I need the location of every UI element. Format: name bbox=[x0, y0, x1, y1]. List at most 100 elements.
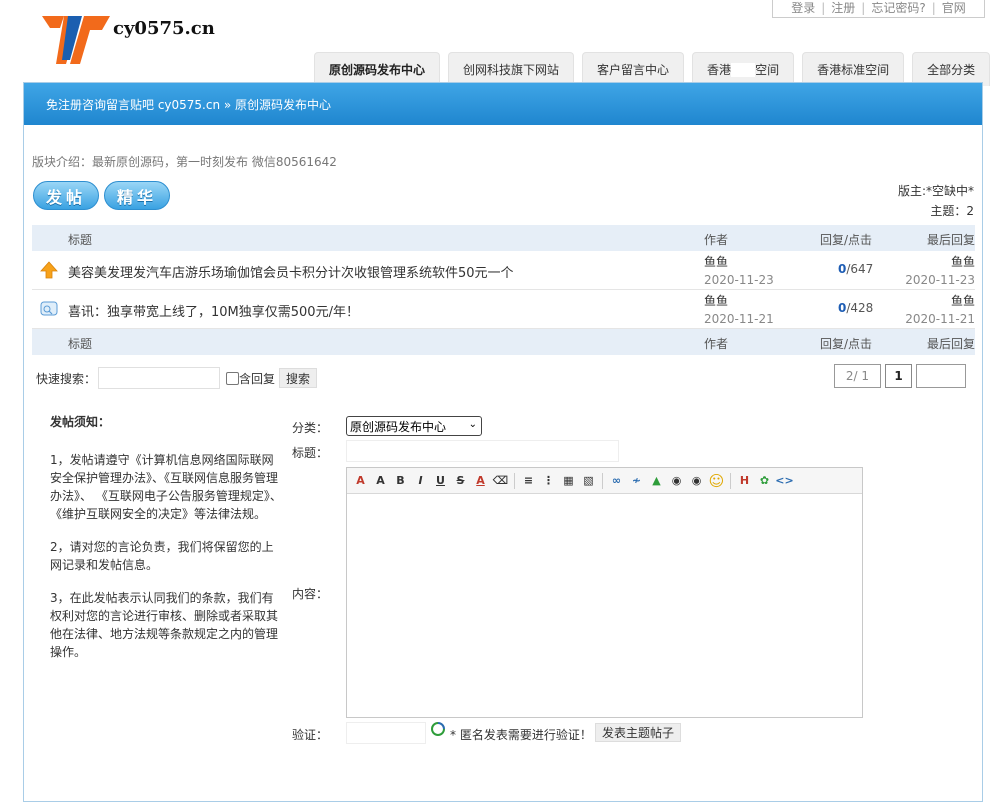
search-label: 快速搜索： bbox=[36, 371, 97, 386]
logo-text: cy0575.cn bbox=[113, 18, 215, 39]
official-site-link[interactable]: 官网 bbox=[942, 0, 966, 16]
align-icon[interactable]: ≡ bbox=[520, 472, 537, 489]
font-family-icon[interactable]: A bbox=[352, 472, 369, 489]
refresh-icon[interactable] bbox=[430, 721, 446, 737]
tab-label-part: 空间 bbox=[755, 63, 780, 77]
reply-click-count: 0/647 bbox=[838, 262, 873, 276]
toolbar-divider bbox=[602, 472, 603, 489]
tab-label-part: 香港 bbox=[707, 63, 732, 77]
toolbar-divider bbox=[514, 472, 515, 489]
nav-tabs: 原创源码发布中心 创网科技旗下网站 客户留言中心 香港 空间 香港标准空间 全部分… bbox=[314, 52, 991, 86]
underline-icon[interactable]: U bbox=[432, 472, 449, 489]
table-row: 美容美发理发汽车店游乐场瑜伽馆会员卡积分计次收银管理系统软件50元一个 鱼鱼 2… bbox=[32, 251, 975, 290]
redacted-mask bbox=[731, 62, 756, 77]
post-date: 2020-11-23 bbox=[704, 273, 774, 287]
editor-content-area[interactable] bbox=[347, 494, 862, 717]
category-select[interactable]: 原创源码发布中心 ⌄ bbox=[346, 416, 482, 436]
logo-mark-icon bbox=[42, 16, 110, 64]
last-reply: 鱼鱼 2020-11-23 bbox=[905, 253, 975, 289]
main-panel: 免注册咨询留言贴吧 cy0575.cn » 原创源码发布中心 版块介绍：最新原创… bbox=[23, 82, 983, 802]
moderator-label: 版主:*空缺中* bbox=[897, 184, 974, 198]
author-name[interactable]: 鱼鱼 bbox=[704, 292, 774, 310]
emoticon-icon[interactable]: ✿ bbox=[756, 472, 773, 489]
captcha-note: * 匿名发表需要进行验证！ bbox=[450, 728, 592, 742]
rule-item: 1，发帖请遵守《计算机信息网络国际联网安全保护管理办法》、《互联网信息服务管理办… bbox=[50, 453, 282, 521]
source-code-icon[interactable]: <> bbox=[775, 472, 793, 489]
strikethrough-icon[interactable]: S bbox=[452, 472, 469, 489]
page-jump-input[interactable] bbox=[916, 364, 966, 388]
tab-hk-space[interactable]: 香港 空间 bbox=[692, 52, 795, 86]
separator: | bbox=[861, 0, 866, 15]
rule-item: 3，在此发帖表示认同我们的条款，我们有权利对您的言论进行审核、删除或者采取其他在… bbox=[50, 591, 279, 659]
media-icon[interactable]: ◉ bbox=[688, 472, 705, 489]
page-current[interactable]: 1 bbox=[885, 364, 912, 388]
tab-customer-messages[interactable]: 客户留言中心 bbox=[582, 52, 685, 86]
include-reply-checkbox[interactable] bbox=[226, 371, 240, 385]
tab-all-categories[interactable]: 全部分类 bbox=[912, 52, 991, 86]
html-icon[interactable]: H bbox=[736, 472, 753, 489]
italic-icon[interactable]: I bbox=[412, 472, 429, 489]
table-icon[interactable]: ▦ bbox=[560, 472, 577, 489]
author-name[interactable]: 鱼鱼 bbox=[704, 253, 774, 271]
title-input[interactable] bbox=[346, 440, 619, 462]
pagination: 2/ 1 1 bbox=[834, 364, 966, 388]
search-input[interactable] bbox=[98, 367, 221, 389]
table-row: 喜讯：独享带宽上线了，10M独享仅需500元/年！ 鱼鱼 2020-11-21 … bbox=[32, 290, 975, 329]
separator: | bbox=[821, 0, 826, 15]
header-reply: 回复/点击 bbox=[820, 337, 873, 351]
tab-hk-standard-space[interactable]: 香港标准空间 bbox=[802, 52, 905, 86]
upload-icon[interactable]: ▲ bbox=[648, 472, 665, 489]
unlink-icon[interactable]: ≁ bbox=[628, 472, 645, 489]
link-icon[interactable]: ∞ bbox=[608, 472, 625, 489]
chevron-down-icon: ⌄ bbox=[468, 419, 477, 430]
table-header: 标题 作者 回复/点击 最后回复 bbox=[32, 225, 975, 251]
verify-label: 验证： bbox=[292, 728, 329, 742]
login-link[interactable]: 登录 bbox=[791, 0, 815, 16]
eraser-icon[interactable]: ⌫ bbox=[492, 472, 509, 489]
posting-rules: 发帖须知： 1，发帖请遵守《计算机信息网络国际联网安全保护管理办法》、《互联网信… bbox=[50, 413, 282, 676]
toolbar-divider bbox=[730, 472, 731, 489]
register-link[interactable]: 注册 bbox=[831, 0, 855, 16]
title-label: 标题： bbox=[292, 446, 329, 460]
captcha-input[interactable] bbox=[346, 722, 426, 744]
chat-bubble-icon bbox=[40, 301, 58, 316]
header-title: 标题 bbox=[68, 337, 93, 351]
topic-author: 鱼鱼 2020-11-21 bbox=[704, 292, 774, 328]
click-count: /647 bbox=[846, 262, 874, 276]
board-meta: 版主:*空缺中* 主题：2 bbox=[898, 181, 974, 221]
breadcrumb-bar: 免注册咨询留言贴吧 cy0575.cn » 原创源码发布中心 bbox=[24, 83, 982, 125]
post-date: 2020-11-21 bbox=[704, 312, 774, 326]
last-reply-date: 2020-11-21 bbox=[905, 312, 975, 326]
topic-table: 标题 作者 回复/点击 最后回复 美容美发理发汽车店游乐场瑜伽馆会员卡积分计次收… bbox=[32, 225, 975, 355]
smiley-icon[interactable]: ☺ bbox=[708, 472, 725, 490]
elite-button[interactable]: 精华 bbox=[104, 181, 170, 210]
tab-chuangwang-sites[interactable]: 创网科技旗下网站 bbox=[448, 52, 575, 86]
breadcrumb[interactable]: 免注册咨询留言贴吧 cy0575.cn » 原创源码发布中心 bbox=[46, 96, 331, 113]
search-button[interactable]: 搜索 bbox=[279, 368, 318, 388]
forgot-password-link[interactable]: 忘记密码? bbox=[871, 0, 925, 16]
block-icon[interactable]: ▧ bbox=[580, 472, 597, 489]
topic-count: 主题：2 bbox=[930, 204, 974, 218]
new-post-button[interactable]: 发帖 bbox=[33, 181, 99, 210]
content-label: 内容： bbox=[292, 587, 329, 601]
submit-topic-button[interactable]: 发表主题帖子 bbox=[595, 723, 682, 742]
tab-source-center[interactable]: 原创源码发布中心 bbox=[314, 52, 441, 86]
font-color-icon[interactable]: A bbox=[472, 472, 489, 489]
category-label: 分类： bbox=[292, 421, 329, 435]
topic-author: 鱼鱼 2020-11-23 bbox=[704, 253, 774, 289]
last-reply-user[interactable]: 鱼鱼 bbox=[905, 292, 975, 310]
header-author: 作者 bbox=[704, 337, 729, 351]
font-size-icon[interactable]: A bbox=[372, 472, 389, 489]
table-footer: 标题 作者 回复/点击 最后回复 bbox=[32, 329, 975, 355]
page-info: 2/ 1 bbox=[834, 364, 881, 388]
topic-title-link[interactable]: 美容美发理发汽车店游乐场瑜伽馆会员卡积分计次收银管理系统软件50元一个 bbox=[68, 262, 514, 281]
bold-icon[interactable]: B bbox=[392, 472, 409, 489]
list-icon[interactable]: ⋮ bbox=[540, 472, 557, 489]
last-reply-date: 2020-11-23 bbox=[905, 273, 975, 287]
top-links: 登录 | 注册 | 忘记密码? | 官网 bbox=[772, 0, 985, 18]
last-reply: 鱼鱼 2020-11-21 bbox=[905, 292, 975, 328]
topic-title-link[interactable]: 喜讯：独享带宽上线了，10M独享仅需500元/年！ bbox=[68, 301, 359, 320]
reply-click-count: 0/428 bbox=[838, 301, 873, 315]
flash-icon[interactable]: ◉ bbox=[668, 472, 685, 489]
last-reply-user[interactable]: 鱼鱼 bbox=[905, 253, 975, 271]
